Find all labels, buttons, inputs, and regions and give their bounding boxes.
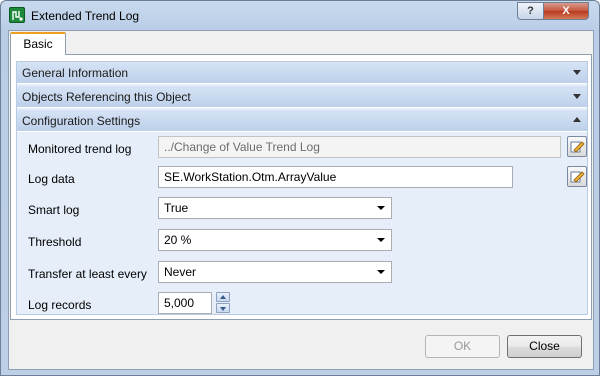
chevron-down-icon [573,70,581,75]
transfer-select[interactable]: Never [158,261,392,283]
help-button[interactable]: ? [517,2,544,20]
log-data-input[interactable]: SE.WorkStation.Otm.ArrayValue [158,166,513,188]
ok-button[interactable]: OK [425,335,500,358]
threshold-value: 20 % [164,233,192,247]
smart-log-label: Smart log [28,203,80,217]
trend-log-app-icon [9,7,25,23]
title-bar: Extended Trend Log ? X [1,1,599,30]
monitored-trend-log-edit-button[interactable] [567,136,587,157]
transfer-label: Transfer at least every [28,267,147,281]
properties-panel: General Information Objects Referencing … [16,61,588,315]
window-close-button[interactable]: X [543,2,589,20]
dropdown-arrow-icon [377,206,385,210]
spin-up-icon [220,295,226,299]
chevron-down-icon [573,94,581,99]
smart-log-select[interactable]: True [158,197,392,219]
log-records-increment-button[interactable] [216,292,230,302]
dropdown-arrow-icon [377,270,385,274]
monitored-trend-log-label: Monitored trend log [28,142,132,156]
monitored-trend-log-field: ../Change of Value Trend Log [158,136,561,158]
smart-log-value: True [164,201,189,215]
close-button[interactable]: Close [507,335,582,358]
log-data-edit-button[interactable] [567,166,587,187]
section-objects-referencing[interactable]: Objects Referencing this Object [17,86,587,108]
log-records-decrement-button[interactable] [216,303,230,313]
dialog-client-area: Basic General Information Objects Refere… [8,30,594,370]
tab-basic[interactable]: Basic [10,32,66,55]
section-label: General Information [22,66,129,80]
threshold-label: Threshold [28,235,82,249]
section-general-information[interactable]: General Information [17,62,587,84]
log-records-label: Log records [28,298,92,312]
transfer-value: Never [164,265,197,279]
edit-pencil-icon [570,171,585,183]
dropdown-arrow-icon [377,238,385,242]
section-label: Configuration Settings [22,114,141,128]
spin-down-icon [220,307,226,311]
log-data-label: Log data [28,172,75,186]
section-configuration-settings[interactable]: Configuration Settings [17,110,587,132]
section-label: Objects Referencing this Object [22,90,191,104]
threshold-select[interactable]: 20 % [158,229,392,251]
tab-panel-basic: General Information Objects Referencing … [10,54,592,320]
window-title: Extended Trend Log [31,9,140,23]
log-records-input[interactable]: 5,000 [158,292,212,314]
chevron-up-icon [573,117,581,122]
dialog-window: Extended Trend Log ? X Basic General Inf… [0,0,600,376]
edit-pencil-icon [570,141,585,153]
